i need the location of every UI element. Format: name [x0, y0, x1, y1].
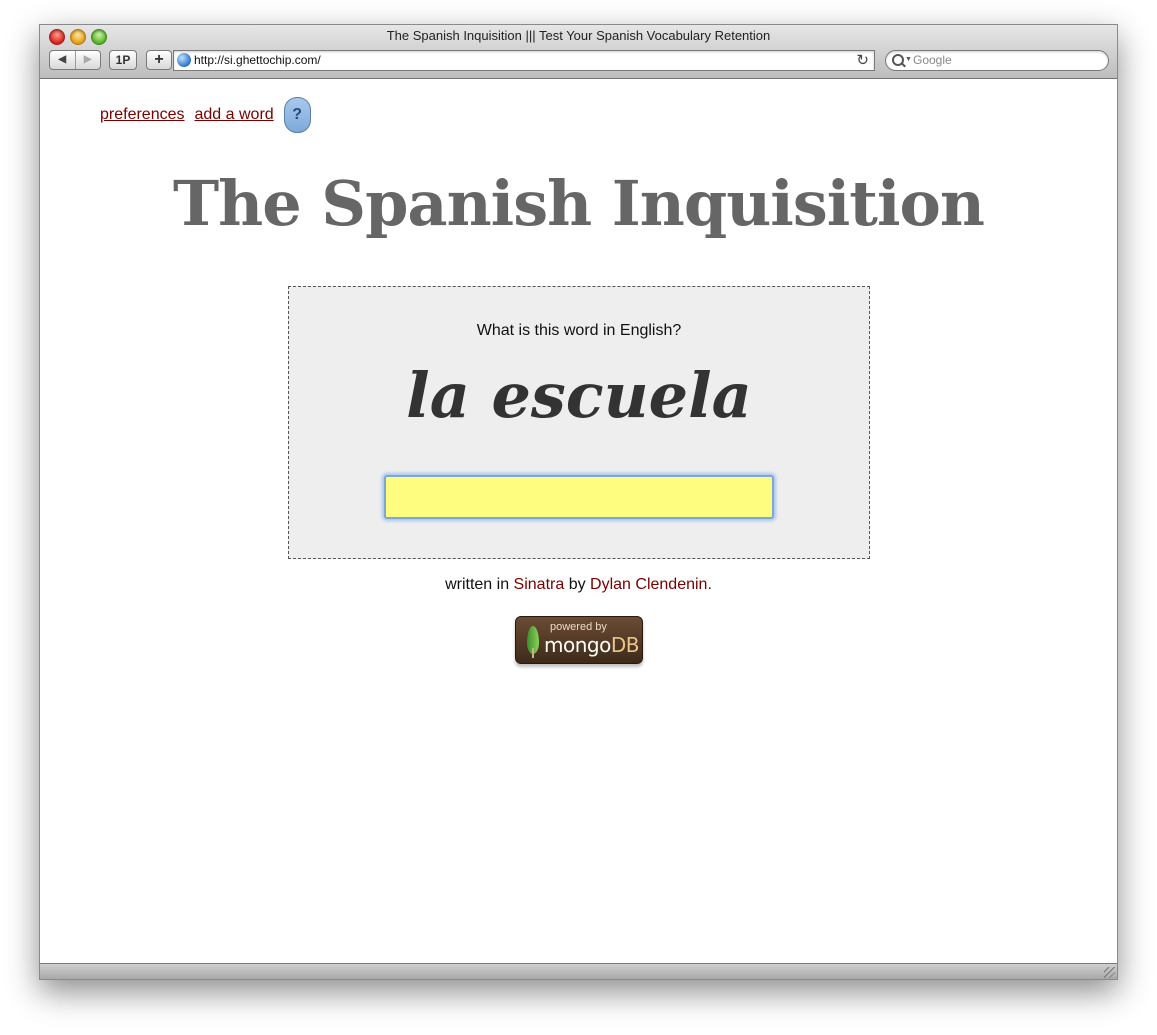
add-bookmark-button[interactable]: + — [146, 50, 172, 70]
quiz-word: la escuela — [406, 359, 752, 432]
forward-button[interactable]: ▶ — [74, 51, 101, 69]
answer-input[interactable] — [384, 475, 774, 519]
badge-powered-by: powered by — [550, 621, 607, 633]
address-bar[interactable]: http://si.ghettochip.com/ ↻ — [173, 50, 875, 71]
add-word-link[interactable]: add a word — [195, 106, 274, 124]
sinatra-link[interactable]: Sinatra — [514, 576, 565, 593]
top-nav: preferences add a word ? — [100, 97, 311, 133]
page-content: preferences add a word ? The Spanish Inq… — [40, 79, 1117, 964]
search-icon[interactable] — [892, 54, 904, 66]
powered-by-mongodb-badge[interactable]: powered by mongoDB — [515, 616, 643, 664]
quiz-prompt: What is this word in English? — [476, 322, 682, 339]
badge-wordmark: mongoDB — [544, 633, 639, 657]
leaf-icon — [527, 626, 539, 658]
resize-grip-icon[interactable] — [1104, 967, 1115, 978]
help-button[interactable]: ? — [283, 97, 311, 133]
globe-icon — [177, 53, 191, 67]
onepassword-button[interactable]: 1P — [109, 50, 137, 70]
address-url[interactable]: http://si.ghettochip.com/ — [194, 53, 321, 67]
browser-window: The Spanish Inquisition ||| Test Your Sp… — [39, 24, 1118, 980]
credits-prefix: written in — [445, 576, 514, 593]
status-bar — [40, 963, 1117, 979]
back-button[interactable]: ◀ — [50, 51, 75, 69]
search-input[interactable]: ▼ Google — [885, 50, 1109, 71]
badge-db: DB — [610, 633, 640, 657]
search-placeholder: Google — [913, 53, 952, 67]
preferences-link[interactable]: preferences — [100, 106, 185, 124]
browser-toolbar: The Spanish Inquisition ||| Test Your Sp… — [40, 25, 1117, 79]
back-forward-buttons: ◀ ▶ — [49, 50, 101, 70]
chevron-down-icon[interactable]: ▼ — [905, 56, 912, 63]
quiz-panel: What is this word in English? la escuela — [288, 286, 870, 559]
reload-icon[interactable]: ↻ — [856, 51, 869, 69]
page-title: The Spanish Inquisition — [173, 167, 985, 240]
author-link[interactable]: Dylan Clendenin. — [590, 576, 712, 593]
badge-mongo: mongo — [544, 633, 611, 657]
credits-line: written in Sinatra by Dylan Clendenin. — [40, 576, 1117, 594]
credits-middle: by — [564, 576, 591, 593]
window-title: The Spanish Inquisition ||| Test Your Sp… — [386, 28, 771, 43]
